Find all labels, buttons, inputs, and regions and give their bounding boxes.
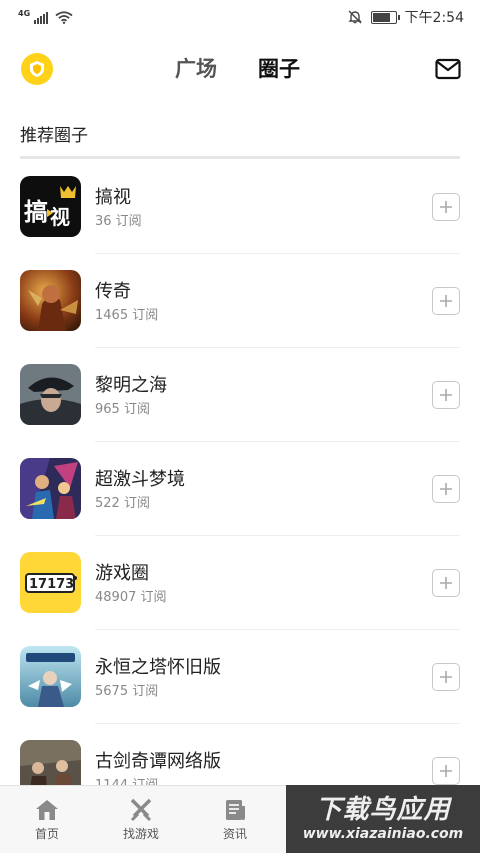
watermark-title: 下载鸟应用 [315,795,451,825]
top-bar: 广场 圈子 [0,34,480,104]
plus-icon [440,483,452,495]
circle-subscribers: 36 订阅 [95,214,142,229]
circle-thumbnail [20,270,81,331]
nav-find-games[interactable]: 找游戏 [94,786,188,853]
circle-subscribers: 5675 订阅 [95,684,159,699]
battery-fill [372,12,391,22]
signal-icon [34,11,49,24]
circle-subscribers: 965 订阅 [95,402,150,417]
list-item[interactable]: 17173 游戏圈 48907 订阅 [0,536,480,630]
subscribe-button[interactable] [432,757,460,785]
subscribe-button[interactable] [432,663,460,691]
circle-list: 搞 视 搞视 36 订阅 传奇 1465 订阅 黎明之海 965 订阅 超激斗梦… [0,160,480,818]
circle-name: 永恒之塔怀旧版 [95,657,221,678]
subscribe-button[interactable] [432,569,460,597]
watermark: 下载鸟应用 www.xiazainiao.com [286,785,480,853]
subscribe-button[interactable] [432,287,460,315]
list-item[interactable]: 永恒之塔怀旧版 5675 订阅 [0,630,480,724]
nav-news[interactable]: 资讯 [188,786,282,853]
wifi-icon [55,10,73,24]
network-type: 4G [18,8,31,18]
plus-icon [440,577,452,589]
watermark-url: www.xiazainiao.com [302,826,464,842]
circle-name: 古剑奇谭网络版 [95,751,221,772]
list-item[interactable]: 传奇 1465 订阅 [0,254,480,348]
section-divider [20,156,460,159]
circle-thumbnail [20,364,81,425]
circle-thumbnail: 17173 [20,552,81,613]
circle-subscribers: 522 订阅 [95,496,150,511]
news-icon [226,800,245,820]
svg-text:搞: 搞 [24,197,48,226]
circle-name: 黎明之海 [95,375,167,396]
battery-icon [370,10,400,24]
mail-icon[interactable] [435,58,461,80]
plus-icon [440,201,452,213]
nav-home-label: 首页 [34,827,59,841]
bell-muted-icon [347,10,362,24]
nav-home[interactable]: 首页 [0,786,94,853]
plus-icon [440,765,452,777]
list-item[interactable]: 搞 视 搞视 36 订阅 [0,160,480,254]
circle-subscribers: 48907 订阅 [95,590,167,605]
subscribe-button[interactable] [432,381,460,409]
subscribe-button[interactable] [432,193,460,221]
nav-find-games-label: 找游戏 [122,827,159,841]
tab-circles[interactable]: 圈子 [258,56,300,82]
tab-square[interactable]: 广场 [175,56,217,82]
circle-name: 超激斗梦境 [95,469,185,490]
circle-subscribers: 1465 订阅 [95,308,159,323]
status-right: 下午2:54 [347,7,464,27]
list-item[interactable]: 黎明之海 965 订阅 [0,348,480,442]
subscribe-button[interactable] [432,475,460,503]
plus-icon [440,389,452,401]
status-bar: 4G 下午2:54 [0,0,480,34]
nav-news-label: 资讯 [222,827,247,841]
circle-name: 传奇 [95,281,131,302]
avatar[interactable] [21,53,53,85]
clock: 下午2:54 [404,10,464,26]
svg-text:视: 视 [50,205,70,229]
crossed-swords-icon [130,798,152,822]
circle-thumbnail [20,646,81,707]
circle-thumbnail [20,458,81,519]
circle-name: 游戏圈 [95,563,149,584]
plus-icon [440,295,452,307]
list-item[interactable]: 超激斗梦境 522 订阅 [0,442,480,536]
circle-thumbnail: 搞 视 [20,176,81,237]
home-icon [36,800,58,820]
svg-text:17173: 17173 [29,577,74,592]
circle-name: 搞视 [95,187,131,208]
status-left: 4G [18,8,73,24]
section-title: 推荐圈子 [20,126,88,146]
plus-icon [440,671,452,683]
shield-icon [30,61,44,77]
